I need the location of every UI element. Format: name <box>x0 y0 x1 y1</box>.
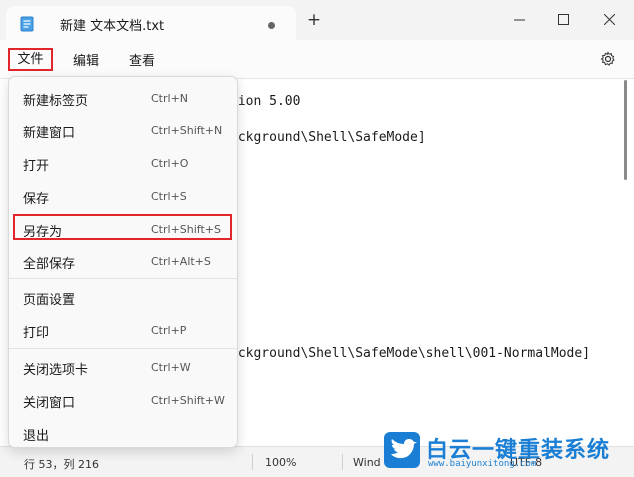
menu-item-shortcut: Ctrl+S <box>151 190 187 203</box>
menu-item-close-tab[interactable]: 关闭选项卡 Ctrl+W <box>9 352 239 382</box>
save-as-highlight-box <box>13 214 232 240</box>
menu-item-page-setup[interactable]: 页面设置 <box>9 282 239 312</box>
cursor-position: 行 53，列 216 <box>24 458 99 471</box>
menu-bar: 文件 编辑 查看 <box>0 40 634 78</box>
menu-item-label: 打印 <box>23 326 50 341</box>
menu-item-shortcut: Ctrl+O <box>151 157 189 170</box>
watermark-url: www.baiyunxitong.com <box>428 459 537 469</box>
zoom-level[interactable]: 100% <box>265 456 296 469</box>
menu-item-shortcut: Ctrl+Shift+N <box>151 124 223 137</box>
menu-item-label: 退出 <box>23 429 50 444</box>
menu-item-exit[interactable]: 退出 <box>9 418 239 448</box>
menu-item-open[interactable]: 打开 Ctrl+O <box>9 148 239 178</box>
vertical-scrollbar[interactable] <box>624 80 627 180</box>
menu-edit[interactable]: 编辑 <box>73 50 99 69</box>
menu-item-shortcut: Ctrl+N <box>151 92 189 105</box>
menu-item-label: 新建窗口 <box>23 126 76 141</box>
menu-view[interactable]: 查看 <box>129 50 155 69</box>
menu-item-label: 保存 <box>23 192 50 207</box>
status-divider <box>342 454 343 470</box>
menu-item-shortcut: Ctrl+Alt+S <box>151 255 211 268</box>
status-divider <box>252 454 253 470</box>
menu-item-shortcut: Ctrl+W <box>151 361 191 374</box>
close-icon <box>603 13 615 25</box>
editor-line: ackground\Shell\SafeMode\shell\001-Norma… <box>230 346 591 361</box>
maximize-icon <box>557 13 569 25</box>
editor-line: sion 5.00 <box>230 94 301 109</box>
menu-item-label: 全部保存 <box>23 257 76 272</box>
menu-item-label: 新建标签页 <box>23 94 89 109</box>
title-bar: 新建 文本文档.txt + <box>0 0 634 40</box>
editor-line: ackground\Shell\SafeMode] <box>230 130 426 145</box>
maximize-button[interactable] <box>540 8 586 30</box>
menu-item-print[interactable]: 打印 Ctrl+P <box>9 315 239 345</box>
menu-item-shortcut: Ctrl+Shift+W <box>151 394 225 407</box>
close-button[interactable] <box>586 8 632 30</box>
menu-item-close-window[interactable]: 关闭窗口 Ctrl+Shift+W <box>9 385 239 415</box>
menu-divider <box>9 278 237 279</box>
menu-item-save[interactable]: 保存 Ctrl+S <box>9 181 239 211</box>
bird-logo-icon <box>384 432 420 468</box>
menu-item-shortcut: Ctrl+P <box>151 324 187 337</box>
menu-item-label: 打开 <box>23 159 50 174</box>
minimize-button[interactable] <box>496 8 542 30</box>
unsaved-dot-icon[interactable] <box>268 22 275 29</box>
menu-item-label: 页面设置 <box>23 293 76 308</box>
settings-gear-icon[interactable] <box>600 51 616 67</box>
menu-item-new-tab[interactable]: 新建标签页 Ctrl+N <box>9 83 239 113</box>
tab-title: 新建 文本文档.txt <box>60 19 165 34</box>
new-tab-button[interactable]: + <box>305 11 323 29</box>
menu-item-save-all[interactable]: 全部保存 Ctrl+Alt+S <box>9 246 239 276</box>
file-menu-dropdown: 新建标签页 Ctrl+N 新建窗口 Ctrl+Shift+N 打开 Ctrl+O… <box>8 76 238 448</box>
line-ending[interactable]: Wind <box>353 456 381 469</box>
minimize-icon <box>513 19 525 20</box>
menu-item-label: 关闭窗口 <box>23 396 76 411</box>
watermark: 白云一键重装系统 www.baiyunxitong.com <box>384 430 634 477</box>
notepad-icon <box>20 16 34 32</box>
menu-item-label: 关闭选项卡 <box>23 363 89 378</box>
document-tab[interactable]: 新建 文本文档.txt <box>6 6 296 40</box>
menu-item-new-window[interactable]: 新建窗口 Ctrl+Shift+N <box>9 115 239 145</box>
menu-divider <box>9 348 237 349</box>
menu-file[interactable]: 文件 <box>8 48 53 71</box>
